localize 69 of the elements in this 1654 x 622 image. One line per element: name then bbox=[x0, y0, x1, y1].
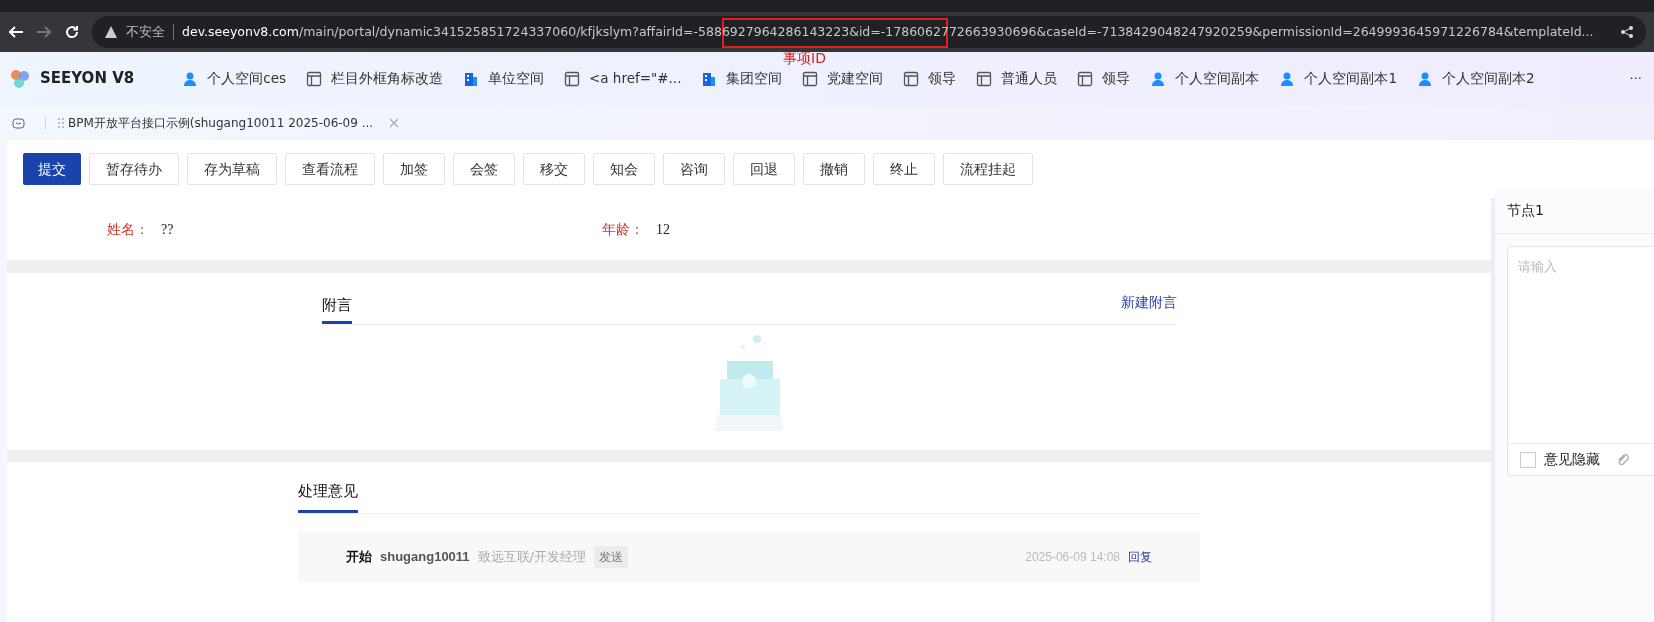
toolbar-button[interactable]: 查看流程 bbox=[285, 153, 375, 185]
nav-item[interactable]: 个人空间副本1 bbox=[1304, 68, 1397, 89]
toolbar-button[interactable]: 暂存待办 bbox=[89, 153, 179, 185]
node-title: 节点1 bbox=[1507, 200, 1544, 220]
layout-icon bbox=[1077, 70, 1094, 87]
more-button[interactable]: ··· bbox=[1629, 68, 1642, 89]
toolbar-button[interactable]: 知会 bbox=[593, 153, 655, 185]
layout-icon bbox=[563, 70, 580, 87]
toolbar-button[interactable]: 提交 bbox=[23, 153, 81, 185]
nav-item[interactable]: 单位空间 bbox=[487, 68, 544, 89]
toolbar-button[interactable]: 流程挂起 bbox=[943, 153, 1033, 185]
page-tab[interactable]: BPM开放平台接口示例(shugang10011 2025-06-09 ... bbox=[68, 113, 374, 132]
user-icon bbox=[1279, 70, 1296, 87]
nav-item[interactable]: 普通人员 bbox=[1001, 68, 1058, 89]
reply-link[interactable]: 回复 bbox=[1128, 547, 1152, 566]
opinion-action: 开始 bbox=[346, 547, 372, 566]
opinion-editor[interactable]: 请输入 意见隐藏 bbox=[1507, 246, 1654, 476]
annotation-label: 事项ID bbox=[783, 49, 826, 68]
nav-item[interactable]: 集团空间 bbox=[726, 68, 783, 89]
opinion-time: 2025-06-09 14:08 bbox=[1025, 548, 1120, 566]
layout-icon bbox=[802, 70, 819, 87]
opinion-input[interactable]: 请输入 bbox=[1508, 247, 1654, 443]
back-icon[interactable] bbox=[8, 24, 24, 40]
field-label: 年龄： bbox=[602, 219, 644, 239]
nav-item[interactable]: 个人空间副本 bbox=[1175, 68, 1260, 89]
layout-icon bbox=[976, 70, 993, 87]
home-icon[interactable] bbox=[12, 116, 25, 129]
field-value: ?? bbox=[161, 220, 174, 239]
building-icon bbox=[462, 70, 479, 87]
toolbar-button[interactable]: 会签 bbox=[453, 153, 515, 185]
share-icon[interactable] bbox=[1620, 25, 1634, 39]
reload-icon[interactable] bbox=[64, 24, 80, 40]
drag-handle-icon[interactable] bbox=[58, 117, 64, 128]
nav-item[interactable]: 党建空间 bbox=[827, 68, 884, 89]
attachments-tab[interactable]: 附言 bbox=[321, 293, 352, 324]
nav-item[interactable]: 领导 bbox=[928, 68, 957, 89]
nav-item[interactable]: 个人空间副本2 bbox=[1442, 68, 1535, 89]
close-icon[interactable] bbox=[389, 117, 400, 128]
hide-checkbox[interactable] bbox=[1520, 451, 1536, 468]
layout-icon bbox=[305, 70, 322, 87]
forward-icon[interactable] bbox=[36, 24, 52, 40]
warning-icon bbox=[104, 25, 118, 39]
nav-item[interactable]: 个人空间ces bbox=[207, 68, 286, 89]
hide-label: 意见隐藏 bbox=[1544, 450, 1600, 469]
new-attachment-link[interactable]: 新建附言 bbox=[1120, 291, 1177, 324]
field-value: 12 bbox=[656, 220, 670, 239]
opinions-tab[interactable]: 处理意见 bbox=[298, 479, 358, 513]
nav-item[interactable]: 栏目外框角标改造 bbox=[330, 68, 443, 89]
nav-item[interactable]: <a href="#... bbox=[588, 68, 682, 89]
toolbar-button[interactable]: 终止 bbox=[873, 153, 935, 185]
logo-text: SEEYON V8 bbox=[40, 68, 135, 90]
opinion-department: 致远互联/开发经理 bbox=[477, 547, 586, 566]
toolbar-button[interactable]: 加签 bbox=[383, 153, 445, 185]
user-icon bbox=[182, 70, 199, 87]
user-icon bbox=[1150, 70, 1167, 87]
toolbar-button[interactable]: 咨询 bbox=[663, 153, 725, 185]
toolbar-button[interactable]: 移交 bbox=[523, 153, 585, 185]
toolbar-button[interactable]: 回退 bbox=[733, 153, 795, 185]
field-label: 姓名： bbox=[107, 219, 149, 239]
user-icon bbox=[1417, 70, 1433, 87]
toolbar-button[interactable]: 撤销 bbox=[803, 153, 865, 185]
opinion-user: shugang10011 bbox=[380, 547, 470, 566]
building-icon bbox=[701, 70, 718, 87]
security-label: 不安全 bbox=[126, 23, 165, 42]
toolbar-button[interactable]: 存为草稿 bbox=[187, 153, 277, 185]
opinion-tag: 发送 bbox=[594, 545, 628, 568]
paperclip-icon[interactable] bbox=[1616, 452, 1630, 467]
nav-item[interactable]: 领导 bbox=[1102, 68, 1131, 89]
layout-icon bbox=[903, 70, 920, 87]
